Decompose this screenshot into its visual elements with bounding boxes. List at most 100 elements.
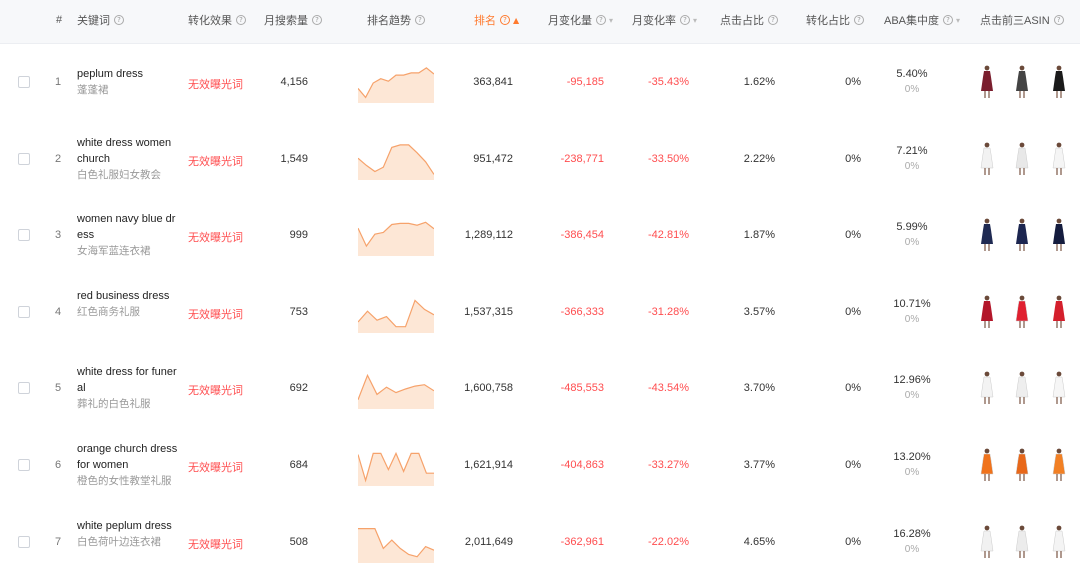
- rank-trend-sparkline[interactable]: [358, 138, 434, 180]
- model-head: [984, 218, 990, 224]
- col-header-conversion[interactable]: 转化效果?: [188, 0, 246, 40]
- help-icon[interactable]: ?: [312, 15, 322, 25]
- asin-thumbnail[interactable]: [1013, 65, 1031, 99]
- help-icon[interactable]: ?: [1053, 15, 1064, 25]
- asin-thumbnail[interactable]: [978, 525, 996, 559]
- monthly-search-value: 999: [289, 229, 308, 242]
- keyword-cell[interactable]: orange church dress for women 橙色的女性教堂礼服: [77, 441, 179, 489]
- asin-thumbnail[interactable]: [1050, 295, 1068, 329]
- model-legs: [1019, 320, 1025, 328]
- aba-cell: 10.71% 0%: [880, 296, 944, 328]
- chevron-down-icon[interactable]: ▾: [693, 16, 697, 25]
- keyword-en[interactable]: peplum dress: [77, 66, 179, 82]
- asin-thumbnail[interactable]: [978, 295, 996, 329]
- help-icon[interactable]: ?: [596, 15, 606, 25]
- asin-thumbnail[interactable]: [978, 218, 996, 252]
- rank-trend-sparkline[interactable]: [358, 521, 434, 563]
- row-index: 7: [54, 535, 62, 548]
- keyword-en[interactable]: women navy blue dress: [77, 211, 179, 243]
- asin-thumbnail[interactable]: [1050, 448, 1068, 482]
- help-icon[interactable]: ?: [114, 15, 124, 25]
- asin-thumbnail[interactable]: [1050, 65, 1068, 99]
- asin-thumbnail[interactable]: [1050, 525, 1068, 559]
- keyword-cell[interactable]: white dress for funeral 葬礼的白色礼服: [77, 364, 179, 412]
- table-row[interactable]: 2 white dress women church 白色礼服妇女教会 无效曝光词 1,…: [0, 121, 1080, 198]
- help-icon[interactable]: ?: [854, 15, 864, 25]
- keyword-en[interactable]: orange church dress for women: [77, 441, 179, 473]
- row-checkbox[interactable]: [18, 459, 30, 471]
- row-checkbox[interactable]: [18, 535, 30, 548]
- keyword-cn: 女海军蓝连衣裙: [77, 245, 151, 258]
- row-index: 2: [54, 152, 62, 165]
- keyword-cell[interactable]: red business dress 红色商务礼服: [77, 288, 179, 320]
- monthly-search-value: 508: [289, 535, 308, 548]
- col-header-monthly-change-rate[interactable]: 月变化率? ▾: [632, 0, 697, 40]
- col-header-monthly-search[interactable]: 月搜索量?: [264, 0, 322, 40]
- table-row[interactable]: 7 white peplum dress 白色荷叶边连衣裙 无效曝光词 508 2,011…: [0, 504, 1080, 573]
- asin-thumbnail[interactable]: [1013, 295, 1031, 329]
- keyword-cn: 蓬蓬裙: [77, 84, 109, 96]
- col-header-conversion-share[interactable]: 转化占比?: [806, 0, 864, 40]
- row-checkbox[interactable]: [18, 229, 30, 242]
- keyword-cell[interactable]: white dress women church 白色礼服妇女教会: [77, 135, 179, 183]
- asin-thumbnail[interactable]: [978, 448, 996, 482]
- rank-value: 951,472: [473, 152, 513, 165]
- help-icon[interactable]: ?: [680, 15, 690, 25]
- table-row[interactable]: 1 peplum dress 蓬蓬裙 无效曝光词 4,156 363,841 -95,185…: [0, 44, 1080, 121]
- model-head: [1019, 371, 1025, 377]
- asin-thumbnail[interactable]: [1050, 371, 1068, 405]
- rank-trend-sparkline[interactable]: [358, 61, 434, 103]
- conversion-effect: 无效曝光词: [188, 538, 243, 551]
- col-header-aba[interactable]: ABA集中度? ▾: [884, 0, 960, 40]
- dress-shape: [1052, 453, 1066, 475]
- asin-thumbnail[interactable]: [1050, 142, 1068, 176]
- help-icon[interactable]: ?: [236, 15, 246, 25]
- sort-asc-icon[interactable]: ▲: [513, 16, 519, 25]
- keyword-en[interactable]: white dress women church: [77, 135, 179, 167]
- model-legs: [1019, 91, 1025, 98]
- keyword-en[interactable]: red business dress: [77, 288, 179, 304]
- asin-thumbnail[interactable]: [978, 65, 996, 99]
- chevron-down-icon[interactable]: ▾: [956, 16, 960, 25]
- asin-thumbnail[interactable]: [1013, 218, 1031, 252]
- row-index: 5: [54, 382, 62, 395]
- keyword-cell[interactable]: women navy blue dress 女海军蓝连衣裙: [77, 211, 179, 259]
- help-icon[interactable]: ?: [768, 15, 778, 25]
- table-row[interactable]: 4 red business dress 红色商务礼服 无效曝光词 753 1,537,3…: [0, 274, 1080, 351]
- row-checkbox[interactable]: [18, 152, 30, 165]
- keyword-en[interactable]: white dress for funeral: [77, 364, 179, 396]
- table-row[interactable]: 3 women navy blue dress 女海军蓝连衣裙 无效曝光词 999 1,2…: [0, 197, 1080, 274]
- keyword-en[interactable]: white peplum dress: [77, 518, 179, 534]
- asin-thumbnail[interactable]: [1013, 448, 1031, 482]
- asin-thumbnail[interactable]: [1013, 525, 1031, 559]
- help-icon[interactable]: ?: [500, 15, 510, 25]
- asin-thumbnail[interactable]: [978, 371, 996, 405]
- monthly-change-value: -386,454: [560, 229, 604, 242]
- row-checkbox[interactable]: [18, 76, 30, 88]
- keyword-cell[interactable]: peplum dress 蓬蓬裙: [77, 66, 179, 98]
- row-checkbox[interactable]: [18, 305, 30, 318]
- help-icon[interactable]: ?: [415, 15, 425, 25]
- rank-trend-sparkline[interactable]: [358, 291, 434, 333]
- col-header-top3-asin[interactable]: 点击前三ASIN?: [980, 0, 1064, 40]
- asin-thumbnail[interactable]: [978, 142, 996, 176]
- rank-trend-sparkline[interactable]: [358, 214, 434, 257]
- chevron-down-icon[interactable]: ▾: [609, 16, 613, 25]
- dress-shape: [1015, 300, 1029, 322]
- col-header-monthly-change[interactable]: 月变化量? ▾: [548, 0, 613, 40]
- asin-thumbnail[interactable]: [1013, 142, 1031, 176]
- rank-trend-sparkline[interactable]: [358, 444, 434, 486]
- rank-trend-sparkline[interactable]: [358, 367, 434, 410]
- table-row[interactable]: 6 orange church dress for women 橙色的女性教堂礼服 无…: [0, 427, 1080, 504]
- row-checkbox[interactable]: [18, 382, 30, 395]
- col-header-keyword[interactable]: 关键词?: [77, 0, 124, 40]
- asin-thumbnail[interactable]: [1013, 371, 1031, 405]
- keyword-cell[interactable]: white peplum dress 白色荷叶边连衣裙: [77, 518, 179, 550]
- model-legs: [1019, 167, 1025, 175]
- asin-thumbnail[interactable]: [1050, 218, 1068, 252]
- table-row[interactable]: 5 white dress for funeral 葬礼的白色礼服 无效曝光词 692 1…: [0, 350, 1080, 427]
- col-header-rank[interactable]: 排名? ▲: [474, 0, 519, 40]
- col-header-click-share[interactable]: 点击占比?: [720, 0, 778, 40]
- col-header-trend[interactable]: 排名趋势?: [367, 0, 425, 40]
- help-icon[interactable]: ?: [943, 15, 954, 25]
